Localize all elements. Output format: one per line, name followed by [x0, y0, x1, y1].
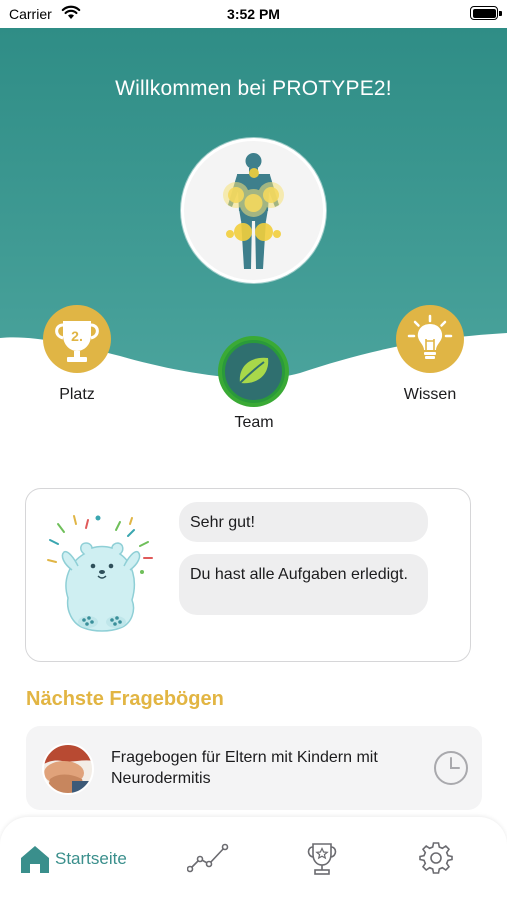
clock-icon: [434, 751, 468, 785]
body-figure-icon: [223, 153, 284, 269]
questionnaire-avatar: [42, 743, 94, 795]
rank-number: 2.: [71, 328, 83, 344]
tab-startseite-label: Startseite: [55, 849, 127, 868]
tab-settings[interactable]: [414, 817, 464, 900]
wissen-label: Wissen: [403, 386, 457, 403]
team-button[interactable]: [218, 336, 289, 407]
questionnaire-title: Fragebogen für Eltern mit Kindern mit Ne…: [111, 749, 378, 787]
tab-bar: Startseite: [0, 817, 507, 900]
trophy-icon: [307, 843, 337, 875]
chart-line-icon: [187, 843, 229, 873]
tab-startseite[interactable]: Startseite: [14, 817, 154, 900]
team-label: Team: [234, 414, 274, 431]
battery-icon: [470, 6, 502, 20]
lightbulb-icon: [407, 314, 453, 359]
leaf-icon: [222, 340, 285, 403]
tab-awards[interactable]: [298, 817, 348, 900]
status-time: 3:52 PM: [227, 6, 280, 22]
gear-icon: [419, 842, 453, 874]
chat-bubble: Du hast alle Aufgaben erledigt.: [179, 554, 428, 615]
tab-statistics[interactable]: [183, 817, 233, 900]
platz-label: Platz: [59, 386, 95, 403]
wissen-button[interactable]: [396, 305, 464, 373]
body-map[interactable]: [181, 138, 326, 283]
trophy-rank-icon: 2.: [55, 321, 99, 362]
bear-mascot-icon: [47, 515, 153, 632]
chat-bubble: Sehr gut!: [179, 502, 428, 542]
home-icon: [21, 846, 49, 873]
page-title: Willkommen bei PROTYPE2!: [115, 77, 392, 100]
questionnaires-heading: Nächste Fragebögen: [26, 688, 224, 710]
status-bar: Carrier 3:52 PM: [0, 0, 507, 28]
platz-button[interactable]: 2.: [43, 305, 111, 373]
